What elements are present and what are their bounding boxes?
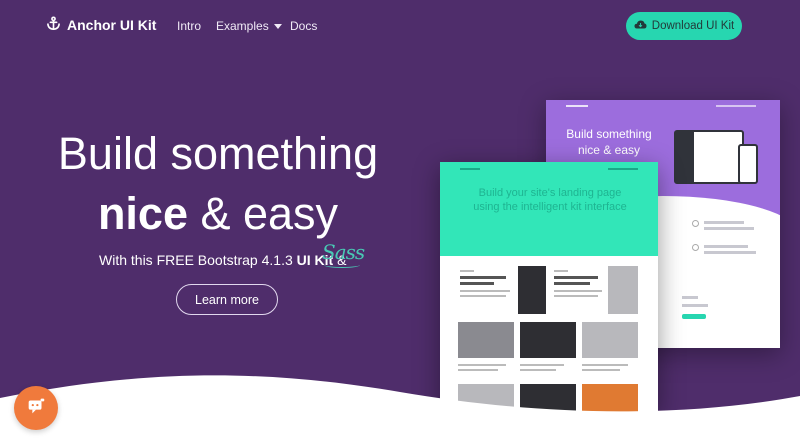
mockup-photo: [518, 266, 546, 314]
mockup-text: [554, 290, 602, 292]
mockup-text: [460, 290, 510, 292]
mockup-photo: [582, 322, 638, 358]
mockup-heading: [460, 282, 494, 285]
mockup-laptop: [674, 130, 744, 184]
mockup-row: [682, 296, 698, 299]
mockup-nav-links: [716, 105, 756, 107]
mockup-teal-text: Build your site's landing page using the…: [473, 187, 627, 213]
mockup-photo: [608, 266, 638, 314]
sass-logo: Sass: [322, 240, 365, 264]
learn-more-button[interactable]: Learn more: [176, 284, 278, 315]
nav-link-intro[interactable]: Intro: [177, 19, 201, 33]
mockup-text: [460, 295, 506, 297]
mockup-text: [554, 270, 568, 272]
mockup-heading: [554, 282, 590, 285]
mockup-photo: [458, 322, 514, 358]
cloud-download-icon: [634, 19, 647, 33]
hero-title-rest: & easy: [187, 188, 339, 239]
nav-examples-label: Examples: [216, 19, 269, 33]
mockup-row: [682, 304, 708, 307]
nav-link-docs[interactable]: Docs: [290, 19, 317, 33]
mockup-row: [704, 245, 748, 248]
download-button-label: Download UI Kit: [651, 20, 735, 32]
nav-link-examples[interactable]: Examples: [216, 19, 282, 33]
mockup-row: [704, 251, 756, 254]
mockup-button: [682, 314, 706, 319]
mockup-feature-icon: [692, 244, 699, 251]
hero-title-line1: Build something: [57, 128, 379, 179]
top-navbar: Anchor UI Kit Intro Examples Docs Downlo…: [0, 0, 800, 52]
subtitle-pre: With this FREE Bootstrap 4.1.3: [99, 252, 297, 268]
chevron-down-icon: [273, 23, 282, 29]
hero-title-line2: nice & easy: [24, 188, 412, 240]
mockup-row: [704, 221, 744, 224]
chat-widget-button[interactable]: [14, 386, 58, 430]
mockup-heading: [460, 276, 506, 279]
brand-name: Anchor UI Kit: [67, 17, 157, 33]
mockup-purple-title: Build something nice & easy: [566, 127, 652, 157]
hero-wave-divider: [0, 375, 800, 441]
chat-icon: [25, 395, 47, 422]
mockup-feature-icon: [692, 220, 699, 227]
hero-title-bold: nice: [97, 188, 188, 239]
hero-subtitle: With this FREE Bootstrap 4.1.3 UI Kit &: [99, 252, 346, 268]
mockup-row: [704, 227, 754, 230]
mockup-text: [554, 295, 598, 297]
anchor-icon: [46, 16, 61, 34]
mockup-photo: [520, 322, 576, 358]
mockup-heading: [554, 276, 598, 279]
mockup-nav-brand: [460, 168, 480, 170]
brand-logo[interactable]: Anchor UI Kit: [46, 16, 156, 34]
mockup-phone: [738, 144, 758, 184]
sass-logo-swash: [324, 262, 360, 268]
mockup-text: [460, 270, 474, 272]
download-button[interactable]: Download UI Kit: [626, 12, 742, 40]
mockup-nav-brand: [566, 105, 588, 107]
mockup-nav-links: [608, 168, 638, 170]
